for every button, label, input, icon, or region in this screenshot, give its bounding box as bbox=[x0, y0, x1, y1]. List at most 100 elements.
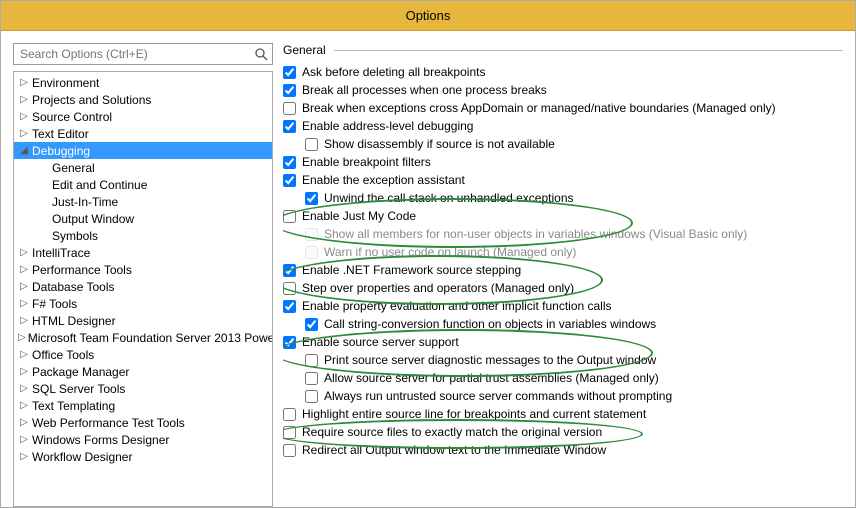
chevron-right-icon[interactable]: ▷ bbox=[18, 349, 30, 360]
option-checkbox[interactable] bbox=[305, 390, 318, 403]
tree-child-item[interactable]: Just-In-Time bbox=[14, 193, 272, 210]
option-checkbox[interactable] bbox=[305, 354, 318, 367]
tree-item[interactable]: ▷Text Templating bbox=[14, 397, 272, 414]
option-checkbox[interactable] bbox=[283, 156, 296, 169]
option-label: Highlight entire source line for breakpo… bbox=[302, 407, 646, 421]
tree-item[interactable]: ▷Performance Tools bbox=[14, 261, 272, 278]
tree-item[interactable]: ▷Microsoft Team Foundation Server 2013 P… bbox=[14, 329, 272, 346]
tree-item-label: Environment bbox=[30, 76, 99, 90]
option-label: Allow source server for partial trust as… bbox=[324, 371, 659, 385]
option-checkbox[interactable] bbox=[283, 282, 296, 295]
chevron-right-icon[interactable]: ▷ bbox=[18, 94, 30, 105]
option-label: Call string-conversion function on objec… bbox=[324, 317, 656, 331]
chevron-right-icon[interactable]: ▷ bbox=[18, 417, 30, 428]
dialog-body: ▷Environment▷Projects and Solutions▷Sour… bbox=[1, 31, 855, 507]
tree-item-label: Performance Tools bbox=[30, 263, 132, 277]
chevron-right-icon[interactable]: ▷ bbox=[18, 298, 30, 309]
chevron-right-icon[interactable]: ▷ bbox=[18, 366, 30, 377]
option-checkbox[interactable] bbox=[283, 210, 296, 223]
option-checkbox[interactable] bbox=[305, 138, 318, 151]
option-row: Require source files to exactly match th… bbox=[283, 423, 843, 441]
option-label: Redirect all Output window text to the I… bbox=[302, 443, 606, 457]
tree-item[interactable]: ▷Web Performance Test Tools bbox=[14, 414, 272, 431]
tree-item-label: Office Tools bbox=[30, 348, 94, 362]
options-panel: Ask before deleting all breakpointsBreak… bbox=[283, 63, 843, 507]
option-checkbox[interactable] bbox=[305, 372, 318, 385]
option-label: Enable breakpoint filters bbox=[302, 155, 431, 169]
search-icon[interactable] bbox=[254, 47, 268, 61]
tree-item[interactable]: ▷Text Editor bbox=[14, 125, 272, 142]
tree-item[interactable]: ▷F# Tools bbox=[14, 295, 272, 312]
option-checkbox[interactable] bbox=[283, 120, 296, 133]
chevron-right-icon[interactable]: ▷ bbox=[18, 315, 30, 326]
option-checkbox[interactable] bbox=[283, 426, 296, 439]
option-checkbox[interactable] bbox=[283, 174, 296, 187]
chevron-right-icon[interactable]: ▷ bbox=[18, 111, 30, 122]
tree-item[interactable]: ▷Workflow Designer bbox=[14, 448, 272, 465]
option-checkbox[interactable] bbox=[283, 408, 296, 421]
tree-item[interactable]: ▷Package Manager bbox=[14, 363, 272, 380]
tree-item[interactable]: ▷SQL Server Tools bbox=[14, 380, 272, 397]
tree-item[interactable]: ▷Environment bbox=[14, 74, 272, 91]
section-title: General bbox=[283, 43, 326, 57]
option-label: Require source files to exactly match th… bbox=[302, 425, 602, 439]
tree-child-item[interactable]: Edit and Continue bbox=[14, 176, 272, 193]
tree-child-item[interactable]: Symbols bbox=[14, 227, 272, 244]
option-row: Call string-conversion function on objec… bbox=[283, 315, 843, 333]
option-checkbox[interactable] bbox=[283, 444, 296, 457]
option-label: Break all processes when one process bre… bbox=[302, 83, 547, 97]
option-checkbox bbox=[305, 228, 318, 241]
tree-child-item[interactable]: General bbox=[14, 159, 272, 176]
chevron-right-icon[interactable]: ▷ bbox=[18, 128, 30, 139]
option-row: Warn if no user code on launch (Managed … bbox=[283, 243, 843, 261]
option-row: Enable Just My Code bbox=[283, 207, 843, 225]
option-checkbox[interactable] bbox=[283, 102, 296, 115]
search-input[interactable] bbox=[18, 46, 254, 62]
option-checkbox[interactable] bbox=[283, 84, 296, 97]
option-row: Show disassembly if source is not availa… bbox=[283, 135, 843, 153]
tree-item[interactable]: ▷Source Control bbox=[14, 108, 272, 125]
option-label: Print source server diagnostic messages … bbox=[324, 353, 656, 367]
tree-item[interactable]: ▷Windows Forms Designer bbox=[14, 431, 272, 448]
tree-item-label: Just-In-Time bbox=[50, 195, 118, 209]
option-label: Show disassembly if source is not availa… bbox=[324, 137, 555, 151]
tree-item[interactable]: ◢Debugging bbox=[14, 142, 272, 159]
chevron-right-icon[interactable]: ▷ bbox=[18, 383, 30, 394]
chevron-right-icon[interactable]: ▷ bbox=[18, 332, 26, 343]
tree-item[interactable]: ▷IntelliTrace bbox=[14, 244, 272, 261]
chevron-right-icon[interactable]: ▷ bbox=[18, 264, 30, 275]
option-label: Enable the exception assistant bbox=[302, 173, 465, 187]
option-row: Show all members for non-user objects in… bbox=[283, 225, 843, 243]
right-column: General Ask before deleting all breakpoi… bbox=[283, 43, 843, 507]
option-row: Enable address-level debugging bbox=[283, 117, 843, 135]
tree-item-label: Debugging bbox=[30, 144, 90, 158]
option-checkbox[interactable] bbox=[283, 300, 296, 313]
chevron-right-icon[interactable]: ▷ bbox=[18, 247, 30, 258]
tree-child-item[interactable]: Output Window bbox=[14, 210, 272, 227]
tree-item-label: Source Control bbox=[30, 110, 112, 124]
option-row: Enable .NET Framework source stepping bbox=[283, 261, 843, 279]
category-tree[interactable]: ▷Environment▷Projects and Solutions▷Sour… bbox=[13, 71, 273, 507]
option-checkbox[interactable] bbox=[305, 192, 318, 205]
options-dialog: Options ▷Environment▷Projects and Soluti… bbox=[0, 0, 856, 508]
option-checkbox[interactable] bbox=[283, 66, 296, 79]
chevron-right-icon[interactable]: ▷ bbox=[18, 281, 30, 292]
tree-item-label: Database Tools bbox=[30, 280, 115, 294]
option-checkbox[interactable] bbox=[283, 264, 296, 277]
tree-item[interactable]: ▷HTML Designer bbox=[14, 312, 272, 329]
option-label: Always run untrusted source server comma… bbox=[324, 389, 672, 403]
chevron-right-icon[interactable]: ▷ bbox=[18, 434, 30, 445]
tree-item[interactable]: ▷Office Tools bbox=[14, 346, 272, 363]
option-checkbox[interactable] bbox=[305, 318, 318, 331]
search-wrap[interactable] bbox=[13, 43, 273, 65]
chevron-down-icon[interactable]: ◢ bbox=[18, 145, 30, 156]
chevron-right-icon[interactable]: ▷ bbox=[18, 77, 30, 88]
chevron-right-icon[interactable]: ▷ bbox=[18, 451, 30, 462]
chevron-right-icon[interactable]: ▷ bbox=[18, 400, 30, 411]
tree-item-label: Workflow Designer bbox=[30, 450, 132, 464]
option-checkbox[interactable] bbox=[283, 336, 296, 349]
tree-item[interactable]: ▷Projects and Solutions bbox=[14, 91, 272, 108]
titlebar: Options bbox=[1, 1, 855, 31]
tree-item[interactable]: ▷Database Tools bbox=[14, 278, 272, 295]
option-row: Always run untrusted source server comma… bbox=[283, 387, 843, 405]
